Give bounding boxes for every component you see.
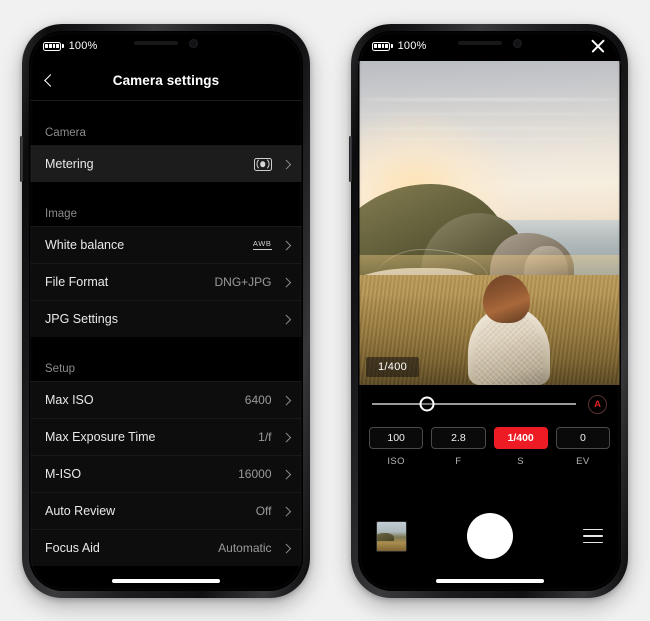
camera-capture-screen: 100% 1/400 A 100 ISO 2.8 F 1/400 S 0 EV [358,31,621,591]
home-indicator-right[interactable] [435,579,544,583]
settings-row-label: M-ISO [45,467,82,481]
hamburger-menu-icon[interactable] [573,525,603,547]
chevron-right-icon [281,395,291,405]
phone-device-right: 100% 1/400 A 100 ISO 2.8 F 1/400 S 0 EV [349,24,628,598]
phone-screen-left: 100% Camera settings Camera Metering Ima… [29,31,303,591]
exposure-control-ev: 0 EV [555,427,610,467]
status-bar-right: 100% [358,31,621,61]
chevron-right-icon [281,314,291,324]
battery-percent-label: 100% [397,40,427,52]
page-title: Camera settings [112,73,220,88]
settings-row-focus-aid[interactable]: Focus Aid Automatic [29,529,303,566]
chevron-right-icon [281,277,291,287]
settings-row-label: Metering [45,157,94,171]
awb-icon: AWB [252,239,272,250]
close-icon[interactable] [588,37,607,56]
screenshot-stage: 100% Camera settings Camera Metering Ima… [0,0,650,621]
battery-full-icon [43,41,64,51]
chevron-right-icon [281,506,291,516]
settings-row-label: File Format [45,275,109,289]
settings-row-max-iso[interactable]: Max ISO 6400 [29,381,303,418]
section-header-image: Image [29,182,303,226]
chevron-right-icon [281,543,291,553]
settings-row-label: Auto Review [45,504,116,518]
settings-nav-bar: Camera settings [29,61,303,101]
shutter-area [407,513,573,559]
settings-row-metering[interactable]: Metering [29,145,303,182]
status-bar-left: 100% [29,31,303,61]
preview-photo [358,61,621,385]
battery-full-icon [372,41,393,51]
settings-row-value: Off [255,504,272,518]
iso-value-button[interactable]: 100 [369,427,424,449]
battery-percent-label: 100% [68,40,98,52]
exposure-slider-area: A [358,387,621,421]
exposure-controls-row: 100 ISO 2.8 F 1/400 S 0 EV [358,427,621,467]
phone-device-left: 100% Camera settings Camera Metering Ima… [20,24,310,598]
ev-label: EV [576,456,590,467]
settings-row-file-format[interactable]: File Format DNG+JPG [29,263,303,300]
settings-row-value: Automatic [218,541,272,555]
camera-settings-screen: 100% Camera settings Camera Metering Ima… [29,31,303,591]
settings-row-jpg-settings[interactable]: JPG Settings [29,300,303,337]
exposure-control-aperture: 2.8 F [431,427,486,467]
settings-row-value: DNG+JPG [214,275,272,289]
aperture-value-button[interactable]: 2.8 [431,427,486,449]
person-hair [482,274,531,324]
iso-label: ISO [387,456,405,467]
home-indicator-left[interactable] [112,579,220,583]
settings-row-value: 16000 [238,467,272,481]
exposure-slider-thumb[interactable] [419,396,435,412]
settings-row-label: Focus Aid [45,541,100,555]
settings-row-white-balance[interactable]: White balance AWB [29,226,303,263]
exposure-control-iso: 100 ISO [369,427,424,467]
chevron-right-icon [281,469,291,479]
settings-row-label: Max ISO [45,393,94,407]
shutter-speed-badge: 1/400 [366,357,420,377]
aperture-label: F [455,456,462,467]
gallery-thumbnail-icon[interactable] [376,520,407,552]
settings-row-label: JPG Settings [45,312,118,326]
settings-row-value: 1/f [258,430,272,444]
exposure-control-shutter: 1/400 S [493,427,548,467]
camera-bottom-bar [358,505,621,567]
section-header-setup: Setup [29,337,303,381]
volume-button-right-device[interactable] [349,136,352,182]
section-header-camera: Camera [29,101,303,145]
ev-value-button[interactable]: 0 [555,427,610,449]
phone-screen-right: 100% 1/400 A 100 ISO 2.8 F 1/400 S 0 EV [358,31,621,591]
exposure-slider[interactable] [372,396,576,412]
chevron-right-icon [281,240,291,250]
settings-row-label: White balance [45,238,125,252]
chevron-right-icon [281,432,291,442]
metering-mode-icon [253,157,272,171]
settings-list: Camera Metering Image White balance AWB [29,101,303,591]
settings-row-value: 6400 [244,393,272,407]
settings-row-label: Max Exposure Time [45,430,156,444]
shutter-button-icon[interactable] [467,513,513,559]
settings-row-auto-review[interactable]: Auto Review Off [29,492,303,529]
chevron-right-icon [281,159,291,169]
shutter-value-button[interactable]: 1/400 [493,427,548,449]
auto-mode-badge[interactable]: A [588,394,607,414]
shutter-label: S [517,456,524,467]
volume-button-left[interactable] [20,136,23,182]
settings-row-max-exposure-time[interactable]: Max Exposure Time 1/f [29,418,303,455]
viewfinder-preview[interactable]: 1/400 [358,61,621,385]
settings-row-m-iso[interactable]: M-ISO 16000 [29,455,303,492]
